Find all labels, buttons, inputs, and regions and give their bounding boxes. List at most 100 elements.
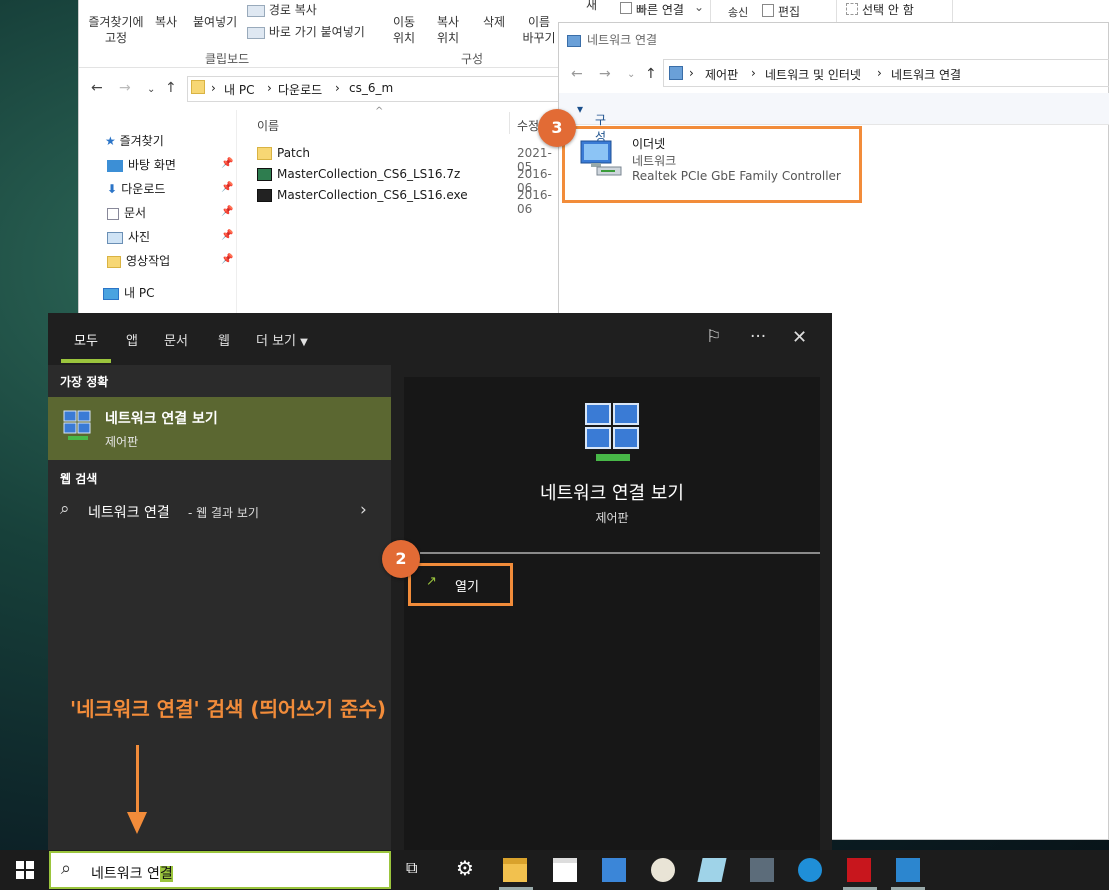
picture-icon	[107, 231, 123, 244]
back-arrow-icon[interactable]: ←	[91, 80, 103, 96]
organize-menu[interactable]: 구성 ▾	[577, 102, 606, 144]
network-connections-icon	[567, 34, 581, 47]
tab-web[interactable]: 웹	[218, 330, 230, 349]
file-row-patch[interactable]: Patch	[257, 146, 310, 160]
copy-path-icon	[247, 4, 265, 17]
web-result-suffix: - 웹 결과 보기	[188, 506, 259, 520]
file-row-exe[interactable]: MasterCollection_CS6_LS16.exe	[257, 188, 468, 202]
start-search-panel: 모두 앱 문서 웹 더 보기 ▼ ⚐ ··· ✕ 가장 정확 네트워크 연결 보…	[48, 313, 832, 850]
open-icon: ↗	[426, 574, 437, 589]
quick-connect-button[interactable]: 빠른 연결	[636, 1, 684, 18]
paste-shortcut-button[interactable]: 바로 가기 붙여넣기	[247, 24, 365, 40]
breadcrumb-separator: ›	[211, 81, 216, 95]
tree-item-my-pc[interactable]: 내 PC	[103, 284, 154, 301]
tree-item-quick-access[interactable]: ★ 즐겨찾기	[105, 132, 164, 149]
network-connections-large-icon	[585, 403, 639, 461]
pin-to-quick-access-button[interactable]: 즐겨찾기에 고정	[83, 14, 149, 46]
organize-group-label: 구성	[461, 52, 484, 66]
file-row-7z[interactable]: MasterCollection_CS6_LS16.7z	[257, 167, 460, 181]
file-explorer-icon[interactable]	[503, 858, 527, 882]
copy-path-button[interactable]: 경로 복사	[247, 2, 317, 18]
desktop-icon	[107, 159, 123, 172]
up-arrow-icon[interactable]: ↑	[165, 80, 177, 96]
ethernet-adapter-icon	[580, 140, 622, 176]
tab-all[interactable]: 모두	[74, 330, 98, 349]
star-icon: ★	[105, 134, 120, 148]
network-window-ribbon-partial: 새 빠른 연결 ⌄ 송신 편집 선택 안 함	[560, 0, 1109, 22]
tab-more[interactable]: 더 보기 ▼	[256, 330, 308, 349]
calculator-icon[interactable]	[750, 858, 774, 882]
document-icon	[107, 207, 119, 220]
recent-chevron-icon[interactable]: ⌄	[147, 84, 155, 95]
new-button[interactable]: 새	[586, 0, 597, 13]
best-match-subtitle: 제어판	[105, 435, 139, 449]
network-connections-icon	[63, 410, 91, 440]
breadcrumb-separator: ›	[751, 66, 756, 80]
tree-item-pictures[interactable]: 사진	[107, 228, 150, 245]
best-match-title: 네트워크 연결 보기	[105, 411, 218, 427]
download-icon: ⬇	[107, 182, 122, 196]
control-panel-icon	[669, 66, 683, 80]
breadcrumb-control-panel[interactable]: 제어판	[705, 66, 738, 83]
web-search-result[interactable]: ⌕ 네트워크 연결 - 웹 결과 보기 ›	[48, 499, 391, 527]
column-header-name[interactable]: 이름	[257, 117, 279, 134]
windows-start-icon[interactable]	[16, 861, 34, 879]
clipboard-group-label: 클립보드	[205, 52, 250, 66]
breadcrumb-downloads[interactable]: 다운로드	[278, 81, 322, 98]
tab-apps[interactable]: 앱	[126, 330, 138, 349]
edit-button[interactable]: 편집	[778, 3, 800, 20]
send-button[interactable]: 송신	[728, 4, 748, 20]
acrobat-icon[interactable]	[847, 858, 871, 882]
column-header-modified[interactable]: 수정	[517, 117, 539, 134]
best-match-result[interactable]: 네트워크 연결 보기 제어판	[48, 397, 391, 460]
edge-browser-icon[interactable]	[798, 858, 822, 882]
window-title: 네트워크 연결	[567, 31, 657, 48]
recent-chevron-icon[interactable]: ⌄	[627, 69, 635, 80]
breadcrumb-folder[interactable]: cs_6_m	[349, 81, 393, 95]
more-options-icon[interactable]: ···	[750, 327, 766, 347]
up-arrow-icon[interactable]: ↑	[645, 66, 657, 82]
tree-item-documents[interactable]: 문서	[107, 204, 146, 221]
breadcrumb-network-connections[interactable]: 네트워크 연결	[891, 66, 961, 83]
forward-arrow-icon[interactable]: →	[119, 80, 131, 96]
ethernet-adapter-item[interactable]: 이더넷 네트워크 Realtek PCIe GbE Family Control…	[562, 126, 862, 203]
breadcrumb-network-internet[interactable]: 네트워크 및 인터넷	[765, 66, 861, 83]
forward-arrow-icon[interactable]: →	[599, 66, 611, 82]
task-view-icon[interactable]: ⧉	[406, 858, 430, 882]
copy-to-button[interactable]: 복사 위치	[431, 14, 465, 46]
paste-button[interactable]: 붙여넣기	[193, 14, 237, 30]
select-none-button[interactable]: 선택 안 함	[862, 1, 914, 18]
step-3-badge: 3	[538, 109, 576, 147]
pin-icon: 📌	[221, 182, 234, 193]
taskbar-search-box[interactable]: ⌕ 네트워크 연결	[49, 851, 391, 889]
ribbon-divider	[952, 0, 953, 22]
mail-icon[interactable]	[602, 858, 626, 882]
network-connections-taskbar-icon[interactable]	[896, 858, 920, 882]
pc-icon	[103, 287, 119, 300]
step-2-badge: 2	[382, 540, 420, 578]
move-to-button[interactable]: 이동 위치	[387, 14, 421, 46]
tree-item-desktop[interactable]: 바탕 화면	[107, 156, 176, 173]
open-action[interactable]: ↗ 열기	[408, 563, 513, 606]
tab-documents[interactable]: 문서	[164, 330, 188, 349]
feedback-icon[interactable]: ⚐	[706, 327, 721, 347]
pin-icon: 📌	[221, 230, 234, 241]
pin-icon: 📌	[221, 158, 234, 169]
close-icon[interactable]: ✕	[792, 327, 807, 348]
copy-button[interactable]: 복사	[155, 14, 177, 30]
adapter-status: 네트워크	[632, 154, 677, 168]
folder-icon	[257, 147, 272, 160]
web-search-header: 웹 검색	[60, 472, 98, 486]
back-arrow-icon[interactable]: ←	[571, 66, 583, 82]
delete-button[interactable]: 삭제	[483, 14, 505, 30]
tree-item-downloads[interactable]: ⬇ 다운로드	[107, 180, 165, 197]
microsoft-store-icon[interactable]	[553, 858, 577, 882]
settings-gear-icon[interactable]: ⚙	[456, 856, 480, 880]
breadcrumb-my-pc[interactable]: 내 PC	[224, 81, 254, 98]
ribbon-divider	[710, 0, 711, 22]
rename-button[interactable]: 이름 바꾸기	[521, 14, 557, 46]
snipping-tool-icon[interactable]	[697, 858, 727, 882]
web-result-query: 네트워크 연결	[88, 505, 170, 521]
tree-item-video-work[interactable]: 영상작업	[107, 252, 170, 269]
paint-icon[interactable]	[651, 858, 675, 882]
